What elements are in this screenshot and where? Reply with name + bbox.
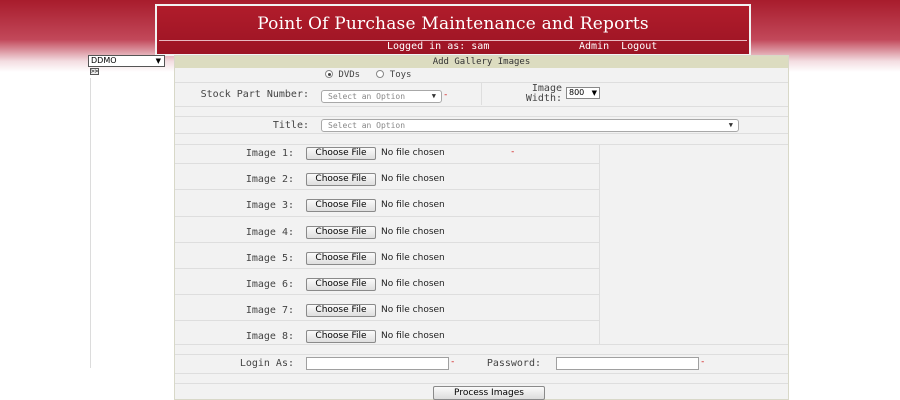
row-divider	[175, 144, 788, 145]
row-divider	[175, 215, 599, 217]
image-7-label: Image 7:	[245, 305, 294, 317]
image-4-label: Image 4:	[245, 226, 294, 238]
image-1-choose-file-button[interactable]: Choose File	[306, 147, 376, 160]
row-divider	[175, 354, 788, 355]
admin-link[interactable]: Admin	[579, 41, 609, 52]
row-divider	[175, 133, 788, 134]
stock-part-select-value: Select an Option	[328, 92, 406, 101]
image-3-label: Image 3:	[245, 200, 294, 212]
row-divider	[175, 268, 599, 269]
image-2-file-status: No file chosen	[381, 174, 445, 185]
radio-toys-label: Toys	[389, 70, 412, 80]
row-divider	[175, 383, 788, 384]
login-as-input[interactable]	[306, 357, 449, 370]
radio-dvds[interactable]	[325, 70, 333, 78]
image-width-label-line2: Width:	[525, 93, 562, 104]
title-select[interactable]: Select an Option ▼	[321, 119, 739, 132]
password-label: Password:	[486, 358, 541, 369]
image-1-label: Image 1:	[245, 148, 294, 159]
sidebar-divider	[90, 78, 91, 368]
row-divider	[175, 241, 599, 243]
row-divider	[175, 373, 788, 374]
page-header: Point Of Purchase Maintenance and Report…	[155, 4, 751, 56]
radio-toys[interactable]	[376, 70, 385, 78]
image-5-file-status: No file chosen	[381, 252, 445, 263]
image-4-choose-file-button[interactable]: Choose File	[306, 225, 376, 239]
image-8-choose-file-button[interactable]: Choose File	[306, 330, 376, 344]
login-as-label: Login As:	[239, 358, 294, 369]
image-4-file-status: No file chosen	[381, 226, 445, 237]
title-select-value: Select an Option	[328, 121, 406, 130]
process-images-button[interactable]: Process Images	[433, 386, 545, 400]
stock-part-select[interactable]: Select an Option ▼	[321, 90, 442, 103]
required-marker: -	[700, 357, 706, 367]
row-divider	[175, 320, 599, 322]
row-divider	[175, 189, 599, 191]
image-5-label: Image 5:	[245, 252, 294, 264]
sidebar-expand-button[interactable]: >>	[90, 68, 99, 75]
cell-divider	[481, 83, 482, 105]
stock-part-label: Stock Part Number:	[200, 89, 309, 100]
image-6-label: Image 6:	[245, 279, 294, 290]
chevron-down-icon: ▼	[431, 92, 436, 100]
company-select-value: DDMO	[91, 56, 117, 65]
company-select[interactable]: DDMO ▼	[88, 55, 165, 67]
image-width-select[interactable]: 800 ▼	[566, 87, 600, 99]
row-divider	[175, 344, 788, 345]
row-divider	[175, 116, 788, 117]
row-divider	[175, 106, 788, 107]
form-title: Add Gallery Images	[175, 56, 788, 68]
image-3-file-status: No file chosen	[381, 200, 445, 211]
logout-link[interactable]: Logout	[621, 41, 657, 52]
radio-dvds-label: DVDs	[338, 70, 361, 80]
required-marker: -	[450, 357, 456, 367]
password-input[interactable]	[556, 357, 699, 370]
image-2-choose-file-button[interactable]: Choose File	[306, 173, 376, 187]
image-width-label: Image Width:	[505, 84, 562, 104]
image-6-choose-file-button[interactable]: Choose File	[306, 278, 376, 291]
logged-in-status: Logged in as: sam	[387, 41, 490, 52]
image-8-label: Image 8:	[245, 331, 294, 343]
title-label: Title:	[272, 120, 309, 131]
image-1-file-status: No file chosen	[381, 148, 445, 158]
chevron-down-icon: ▼	[591, 89, 597, 97]
image-2-label: Image 2:	[245, 174, 294, 186]
product-type-radio-group: DVDs Toys	[325, 70, 411, 80]
chevron-down-icon: ▼	[155, 57, 161, 65]
required-marker: -	[443, 90, 449, 100]
image-7-choose-file-button[interactable]: Choose File	[306, 304, 376, 318]
app-title: Point Of Purchase Maintenance and Report…	[257, 14, 649, 34]
add-gallery-form: Add Gallery Images DVDs Toys Stock Part …	[174, 55, 789, 400]
row-divider	[175, 163, 599, 165]
image-7-file-status: No file chosen	[381, 305, 445, 316]
chevron-down-icon: ▼	[728, 121, 733, 129]
image-column-divider	[599, 145, 600, 344]
header-links: Admin Logout	[579, 41, 663, 52]
row-divider	[175, 294, 599, 296]
required-marker: -	[510, 147, 516, 157]
image-3-choose-file-button[interactable]: Choose File	[306, 199, 376, 213]
image-5-choose-file-button[interactable]: Choose File	[306, 251, 376, 265]
image-6-file-status: No file chosen	[381, 279, 445, 289]
image-8-file-status: No file chosen	[381, 331, 445, 342]
image-width-select-value: 800	[569, 88, 585, 97]
